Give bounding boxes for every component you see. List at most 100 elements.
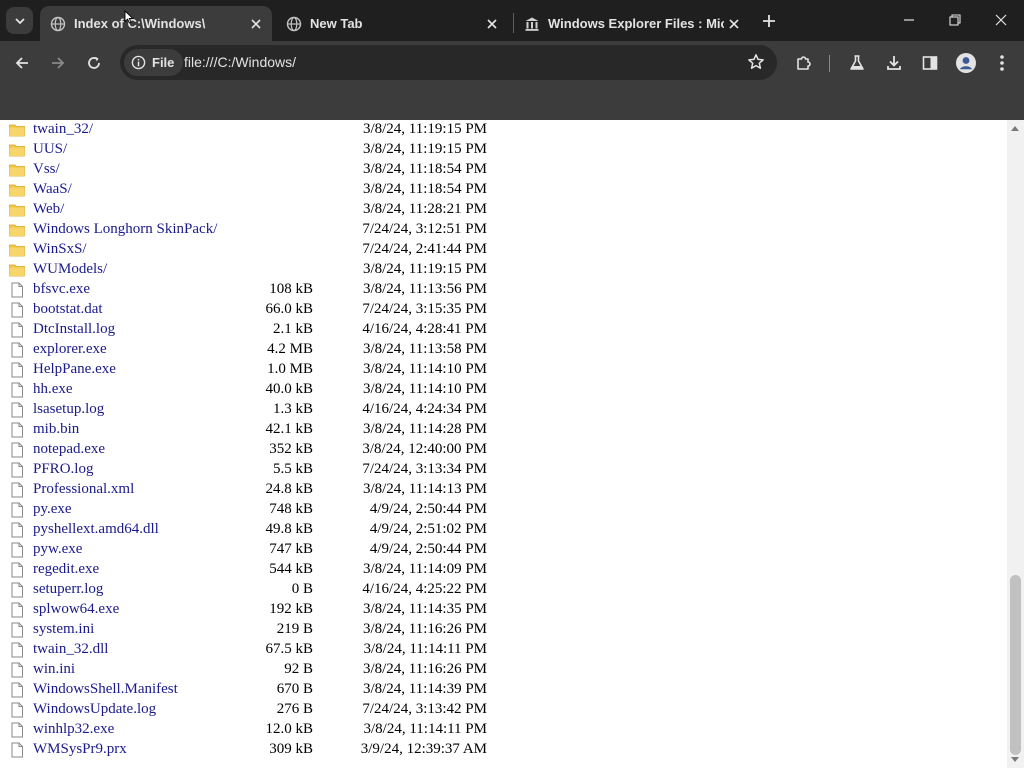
file-size: 747 kB [269, 541, 313, 557]
file-link[interactable]: py.exe [33, 501, 72, 518]
file-size: 192 kB [269, 601, 313, 617]
scroll-thumb[interactable] [1010, 575, 1021, 755]
folder-link[interactable]: twain_32/ [33, 121, 93, 138]
scroll-up-arrow-icon[interactable] [1011, 126, 1019, 131]
tab-title: Index of C:\Windows\ [74, 16, 206, 31]
folder-link[interactable]: Windows Longhorn SkinPack/ [33, 221, 217, 238]
file-size: 5.5 kB [272, 461, 313, 477]
file-icon [9, 682, 25, 698]
tab-windows-explorer-files[interactable]: Windows Explorer Files : Micro [514, 6, 750, 41]
folder-link[interactable]: WinSxS/ [33, 241, 87, 258]
vertical-scrollbar[interactable] [1007, 120, 1024, 768]
scroll-down-arrow-icon[interactable] [1011, 757, 1019, 762]
file-link[interactable]: notepad.exe [33, 441, 105, 458]
date-modified: 4/9/24, 2:51:02 PM [369, 521, 487, 537]
side-panel-button[interactable] [915, 48, 945, 78]
date-modified: 7/24/24, 3:12:51 PM [362, 221, 487, 237]
minimize-button[interactable] [886, 0, 932, 40]
file-link[interactable]: setuperr.log [33, 581, 103, 598]
file-size: 49.8 kB [265, 521, 313, 537]
folder-icon [9, 122, 25, 138]
file-link[interactable]: WMSysPr9.prx [33, 741, 127, 758]
file-link[interactable]: system.ini [33, 621, 94, 638]
file-link[interactable]: DtcInstall.log [33, 321, 115, 338]
file-link[interactable]: bootstat.dat [33, 301, 103, 318]
bookmark-star-icon[interactable] [747, 53, 765, 76]
extensions-button[interactable] [789, 48, 819, 78]
flask-icon [850, 55, 864, 70]
file-icon [9, 382, 25, 398]
file-row: WMSysPr9.prx 309 kB 3/9/24, 12:39:37 AM [0, 740, 1007, 760]
file-size: 1.3 kB [272, 401, 313, 417]
file-link[interactable]: pyshellext.amd64.dll [33, 521, 159, 538]
date-modified: 3/8/24, 11:19:15 PM [362, 261, 487, 277]
forward-button[interactable] [43, 48, 73, 78]
file-link[interactable]: pyw.exe [33, 541, 82, 558]
file-row: bfsvc.exe 108 kB 3/8/24, 11:13:56 PM [0, 280, 1007, 300]
file-link[interactable]: WindowsUpdate.log [33, 701, 156, 718]
reload-icon [88, 56, 100, 69]
site-info-chip[interactable]: File [124, 49, 184, 76]
window-close-button[interactable] [978, 0, 1024, 40]
file-size: 12.0 kB [265, 721, 313, 737]
chip-label: File [152, 55, 175, 70]
close-icon[interactable] [246, 14, 266, 34]
file-size: 92 B [284, 661, 313, 677]
tab-index-of-windows[interactable]: Index of C:\Windows\ [40, 6, 272, 41]
file-link[interactable]: explorer.exe [33, 341, 107, 358]
file-row: DtcInstall.log 2.1 kB 4/16/24, 4:28:41 PM [0, 320, 1007, 340]
file-icon [9, 282, 25, 298]
file-link[interactable]: twain_32.dll [33, 641, 108, 658]
url-text[interactable]: file:///C:/Windows/ [184, 54, 296, 70]
file-row: HelpPane.exe 1.0 MB 3/8/24, 11:14:10 PM [0, 360, 1007, 380]
back-button[interactable] [7, 48, 37, 78]
file-link[interactable]: bfsvc.exe [33, 281, 90, 298]
file-row: splwow64.exe 192 kB 3/8/24, 11:14:35 PM [0, 600, 1007, 620]
file-row: Professional.xml 24.8 kB 3/8/24, 11:14:13 … [0, 480, 1007, 500]
file-row: WindowsUpdate.log 276 B 7/24/24, 3:13:42 P… [0, 700, 1007, 720]
file-link[interactable]: WindowsShell.Manifest [33, 681, 178, 698]
file-row: win.ini 92 B 3/8/24, 11:16:26 PM [0, 660, 1007, 680]
date-modified: 7/24/24, 3:13:34 PM [362, 461, 487, 477]
file-link[interactable]: regedit.exe [33, 561, 99, 578]
new-tab-button[interactable] [756, 8, 782, 34]
folder-link[interactable]: UUS/ [33, 141, 67, 158]
close-icon[interactable] [724, 14, 744, 34]
file-link[interactable]: Professional.xml [33, 481, 134, 498]
tab-title: Windows Explorer Files : Micro [548, 16, 724, 31]
restore-button[interactable] [932, 0, 978, 40]
folder-link[interactable]: WaaS/ [33, 181, 72, 198]
file-icon [9, 582, 25, 598]
file-link[interactable]: hh.exe [33, 381, 73, 398]
date-modified: 7/24/24, 3:15:35 PM [362, 301, 487, 317]
file-icon [9, 322, 25, 338]
toolbar-separator [829, 55, 830, 72]
labs-button[interactable] [842, 48, 872, 78]
date-modified: 3/8/24, 11:14:39 PM [362, 681, 487, 697]
file-link[interactable]: splwow64.exe [33, 601, 119, 618]
file-row: mib.bin 42.1 kB 3/8/24, 11:14:28 PM [0, 420, 1007, 440]
file-link[interactable]: mib.bin [33, 421, 79, 438]
file-size: 108 kB [269, 281, 313, 297]
date-modified: 4/9/24, 2:50:44 PM [369, 501, 487, 517]
menu-button[interactable] [987, 48, 1017, 78]
file-link[interactable]: winhlp32.exe [33, 721, 114, 738]
folder-link[interactable]: WUModels/ [33, 261, 107, 278]
address-bar[interactable]: File file:///C:/Windows/ [120, 45, 777, 80]
close-icon[interactable] [482, 14, 502, 34]
reload-button[interactable] [79, 48, 109, 78]
folder-icon [9, 202, 25, 218]
file-link[interactable]: PFRO.log [33, 461, 93, 478]
folder-link[interactable]: Web/ [33, 201, 64, 218]
file-link[interactable]: HelpPane.exe [33, 361, 116, 378]
date-modified: 3/8/24, 11:14:28 PM [362, 421, 487, 437]
profile-button[interactable] [951, 48, 981, 78]
tab-search-button[interactable] [6, 7, 33, 34]
folder-link[interactable]: Vss/ [33, 161, 60, 178]
file-link[interactable]: lsasetup.log [33, 401, 104, 418]
file-link[interactable]: win.ini [33, 661, 75, 678]
tab-new-tab[interactable]: New Tab [276, 6, 508, 41]
file-icon [9, 702, 25, 718]
file-row: notepad.exe 352 kB 3/8/24, 12:40:00 PM [0, 440, 1007, 460]
downloads-button[interactable] [879, 48, 909, 78]
